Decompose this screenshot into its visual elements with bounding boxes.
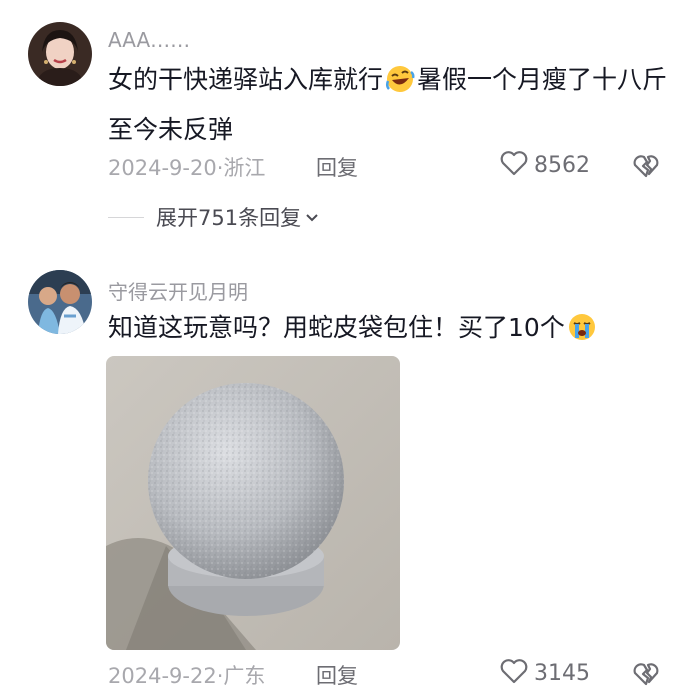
expand-replies[interactable]: 展开751条回复 <box>108 202 319 232</box>
heart-icon <box>500 150 528 180</box>
avatar[interactable] <box>28 270 92 334</box>
divider <box>108 216 144 218</box>
comment-date: 2024-9-20 <box>108 156 217 180</box>
comment-photo[interactable] <box>106 356 400 650</box>
comment-text-part1: 女的干快递驿站入库就行 <box>108 65 384 94</box>
chevron-down-icon <box>305 208 319 227</box>
comment-location: 浙江 <box>223 156 266 180</box>
heart-icon <box>500 658 528 688</box>
rofl-emoji-icon <box>385 64 415 108</box>
dislike-button[interactable] <box>631 660 661 690</box>
broken-heart-icon <box>631 155 661 182</box>
dislike-button[interactable] <box>631 152 661 182</box>
comment-text-part1: 知道这玩意吗？用蛇皮袋包住！买了10个 <box>108 313 565 342</box>
comment-text: 女的干快递驿站入库就行 暑假一个月瘦了十八斤 至今未反弹 <box>108 58 668 152</box>
expand-replies-label: 展开751条回复 <box>156 206 302 230</box>
username[interactable]: 守得云开见月明 <box>108 276 248 305</box>
broken-heart-icon <box>631 663 661 690</box>
reply-button[interactable]: 回复 <box>316 152 358 182</box>
username[interactable]: AAA…… <box>108 28 190 52</box>
comment-location: 广东 <box>223 664 266 688</box>
like-count: 3145 <box>534 660 590 686</box>
reply-button[interactable]: 回复 <box>316 660 358 690</box>
like-button[interactable]: 8562 <box>500 150 590 180</box>
comment-meta: 2024-9-20·浙江 <box>108 156 266 180</box>
comment-date: 2024-9-22 <box>108 664 217 688</box>
comment-text: 知道这玩意吗？用蛇皮袋包住！买了10个 <box>108 306 668 356</box>
like-count: 8562 <box>534 152 590 178</box>
comment-meta: 2024-9-22·广东 <box>108 664 266 688</box>
avatar[interactable] <box>28 22 92 86</box>
crying-emoji-icon <box>567 312 597 356</box>
like-button[interactable]: 3145 <box>500 658 590 688</box>
